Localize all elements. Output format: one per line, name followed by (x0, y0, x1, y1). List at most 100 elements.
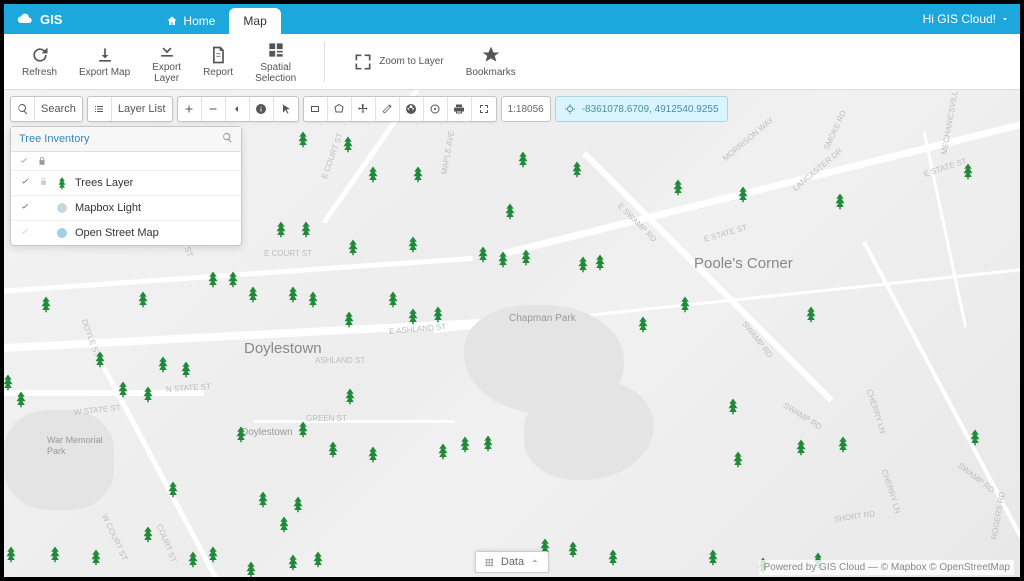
tree-marker[interactable] (37, 295, 55, 313)
tree-marker[interactable] (275, 515, 293, 533)
zoom-to-layer-button[interactable]: Zoom to Layer (353, 52, 443, 72)
tree-marker[interactable] (404, 307, 422, 325)
tree-marker[interactable] (224, 270, 242, 288)
layer-lock[interactable] (37, 177, 49, 189)
export-map-button[interactable]: Export Map (79, 45, 130, 78)
tree-marker[interactable] (46, 545, 64, 563)
print-button[interactable] (448, 97, 472, 121)
tree-marker[interactable] (676, 295, 694, 313)
report-button[interactable]: Report (203, 45, 233, 78)
search-group[interactable]: Search (10, 96, 83, 122)
tree-marker[interactable] (404, 235, 422, 253)
tree-marker[interactable] (154, 355, 172, 373)
tree-marker[interactable] (244, 285, 262, 303)
tree-marker[interactable] (456, 435, 474, 453)
layer-row-trees[interactable]: Trees Layer (11, 171, 241, 196)
tree-marker[interactable] (434, 442, 452, 460)
target-button[interactable] (424, 97, 448, 121)
tree-marker[interactable] (634, 315, 652, 333)
fullscreen-button[interactable] (472, 97, 496, 121)
tree-marker[interactable] (501, 202, 519, 220)
tree-marker[interactable] (966, 428, 984, 446)
tree-marker[interactable] (604, 548, 622, 566)
tree-marker[interactable] (494, 250, 512, 268)
tree-marker[interactable] (242, 560, 260, 577)
tree-marker[interactable] (304, 290, 322, 308)
tree-marker[interactable] (91, 350, 109, 368)
tree-marker[interactable] (574, 255, 592, 273)
tree-marker[interactable] (272, 220, 290, 238)
layer-row-osm[interactable]: Open Street Map (11, 221, 241, 245)
tree-marker[interactable] (309, 550, 327, 568)
tree-marker[interactable] (204, 545, 222, 563)
tree-marker[interactable] (704, 548, 722, 566)
tree-marker[interactable] (87, 548, 105, 566)
tree-marker[interactable] (568, 160, 586, 178)
tree-marker[interactable] (729, 450, 747, 468)
tree-marker[interactable] (339, 135, 357, 153)
pointer-button[interactable] (274, 97, 298, 121)
tree-marker[interactable] (139, 525, 157, 543)
tree-marker[interactable] (724, 397, 742, 415)
tree-marker[interactable] (294, 130, 312, 148)
tree-marker[interactable] (669, 178, 687, 196)
tree-marker[interactable] (114, 380, 132, 398)
spatial-selection-button[interactable]: Spatial Selection (255, 40, 296, 84)
tree-marker[interactable] (284, 553, 302, 571)
tree-marker[interactable] (341, 387, 359, 405)
search-icon-btn[interactable] (11, 97, 35, 121)
tree-marker[interactable] (134, 290, 152, 308)
zoom-out-button[interactable] (202, 97, 226, 121)
tree-marker[interactable] (344, 238, 362, 256)
tree-marker[interactable] (364, 165, 382, 183)
tree-marker[interactable] (514, 150, 532, 168)
tree-marker[interactable] (324, 440, 342, 458)
layer-row-mapbox[interactable]: Mapbox Light (11, 196, 241, 221)
select-rect-button[interactable] (304, 97, 328, 121)
tree-marker[interactable] (12, 390, 30, 408)
tree-marker[interactable] (517, 248, 535, 266)
tree-marker[interactable] (4, 373, 17, 391)
tree-marker[interactable] (4, 545, 20, 563)
select-poly-button[interactable] (328, 97, 352, 121)
tree-marker[interactable] (184, 550, 202, 568)
tree-marker[interactable] (139, 385, 157, 403)
tree-marker[interactable] (834, 435, 852, 453)
list-icon-btn[interactable] (88, 97, 112, 121)
map[interactable]: Doylestown Poole's Corner Doylestown Cha… (4, 90, 1020, 577)
layer-panel-zoom-icon[interactable] (222, 132, 233, 146)
tree-marker[interactable] (254, 490, 272, 508)
tree-marker[interactable] (802, 305, 820, 323)
zoom-in-button[interactable] (178, 97, 202, 121)
layer-list-group[interactable]: Layer List (87, 96, 173, 122)
tree-marker[interactable] (340, 310, 358, 328)
tree-marker[interactable] (164, 480, 182, 498)
globe-button[interactable] (400, 97, 424, 121)
layer-check[interactable] (19, 227, 31, 240)
tab-map[interactable]: Map (229, 8, 280, 34)
tree-marker[interactable] (831, 192, 849, 210)
tree-marker[interactable] (409, 165, 427, 183)
layer-check[interactable] (19, 202, 31, 215)
logo[interactable]: GIS (14, 11, 62, 27)
info-button[interactable] (250, 97, 274, 121)
tree-marker[interactable] (294, 420, 312, 438)
back-button[interactable] (226, 97, 250, 121)
refresh-button[interactable]: Refresh (22, 45, 57, 78)
tree-marker[interactable] (474, 245, 492, 263)
tree-marker[interactable] (564, 540, 582, 558)
tree-marker[interactable] (429, 305, 447, 323)
tree-marker[interactable] (177, 360, 195, 378)
user-menu[interactable]: Hi GIS Cloud! (923, 12, 1010, 26)
tree-marker[interactable] (284, 285, 302, 303)
tree-marker[interactable] (289, 495, 307, 513)
data-panel-toggle[interactable]: Data (475, 551, 549, 573)
export-layer-button[interactable]: Export Layer (152, 40, 181, 84)
tree-marker[interactable] (204, 270, 222, 288)
tree-marker[interactable] (364, 445, 382, 463)
tree-marker[interactable] (734, 185, 752, 203)
tree-marker[interactable] (792, 438, 810, 456)
tree-marker[interactable] (232, 425, 250, 443)
tree-marker[interactable] (959, 162, 977, 180)
tree-marker[interactable] (479, 434, 497, 452)
